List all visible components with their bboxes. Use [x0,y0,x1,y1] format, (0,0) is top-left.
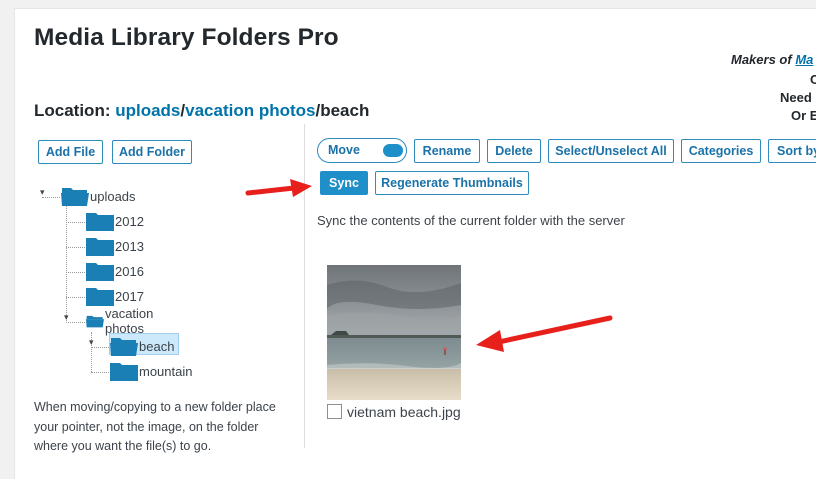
tree-line [91,372,109,373]
makers-prefix: Makers of [731,52,796,67]
add-file-button[interactable]: Add File [38,140,103,164]
folder-node-2017[interactable]: 2017 [86,285,144,307]
move-toggle-label: Move [328,143,360,157]
move-copy-toggle[interactable]: Move [317,138,407,163]
add-folder-button[interactable]: Add Folder [112,140,192,164]
tree-line [91,347,109,348]
folder-label: 2013 [115,238,144,254]
panel-divider [304,124,305,448]
breadcrumb-current: beach [320,101,370,120]
location-breadcrumb: Location: uploads/vacation photos/beach [34,101,369,121]
sync-description: Sync the contents of the current folder … [317,213,625,228]
side-line-1: C [810,72,816,87]
folder-icon [86,213,114,231]
expand-toggle-icon[interactable]: ▾ [64,313,69,322]
folder-node-2013[interactable]: 2013 [86,235,144,257]
breadcrumb-vacation-photos[interactable]: vacation photos [185,101,315,120]
file-thumbnail[interactable] [327,265,461,400]
tree-line [66,222,85,223]
toggle-switch-knob [383,144,403,157]
expand-toggle-icon[interactable]: ▾ [40,188,45,197]
folder-open-icon [110,338,138,356]
move-help-text: When moving/copying to a new folder plac… [34,400,276,453]
tree-line [66,297,85,298]
sort-by-button[interactable]: Sort by [768,139,816,163]
red-arrow-icon [245,179,312,197]
folder-node-mountain[interactable]: mountain [110,360,192,382]
file-name[interactable]: vietnam beach.jpg [347,404,461,420]
folder-node-uploads[interactable]: uploads [61,185,136,207]
folder-node-vacation-photos[interactable]: vacation photos [86,306,163,336]
delete-button[interactable]: Delete [487,139,541,163]
folder-label: 2017 [115,288,144,304]
regenerate-thumbnails-button[interactable]: Regenerate Thumbnails [375,171,529,195]
makers-line: Makers of Ma [731,52,813,67]
tree-line [66,247,85,248]
makers-link[interactable]: Ma [795,52,813,67]
folder-label: vacation photos [104,306,154,336]
side-line-2: Need [780,90,812,105]
red-arrow-icon [476,315,613,352]
tree-line [42,197,60,198]
side-line-3: Or E [791,108,816,123]
file-select-checkbox[interactable] [327,404,342,419]
categories-button[interactable]: Categories [681,139,761,163]
folder-label: beach [139,338,175,354]
folder-label: 2012 [115,213,144,229]
folder-node-2016[interactable]: 2016 [86,260,144,282]
breadcrumb-uploads[interactable]: uploads [115,101,180,120]
beach-photo-image [327,265,461,400]
folder-icon [86,288,114,306]
folder-icon [86,263,114,281]
location-label: Location: [34,101,116,120]
folder-node-2012[interactable]: 2012 [86,210,144,232]
folder-label: uploads [90,188,136,204]
folder-icon [86,238,114,256]
select-unselect-all-button[interactable]: Select/Unselect All [548,139,674,163]
folder-icon [110,363,138,381]
folder-open-icon [86,315,104,328]
sync-button[interactable]: Sync [320,171,368,195]
tree-line [66,322,85,323]
folder-label: mountain [139,363,193,379]
page-title: Media Library Folders Pro [34,24,339,51]
rename-button[interactable]: Rename [414,139,480,163]
folder-node-beach[interactable]: beach [109,333,179,357]
expand-toggle-icon[interactable]: ▾ [89,338,94,347]
tree-line [66,206,67,321]
folder-open-icon [61,188,89,206]
folder-label: 2016 [115,263,144,279]
tree-line [66,272,85,273]
